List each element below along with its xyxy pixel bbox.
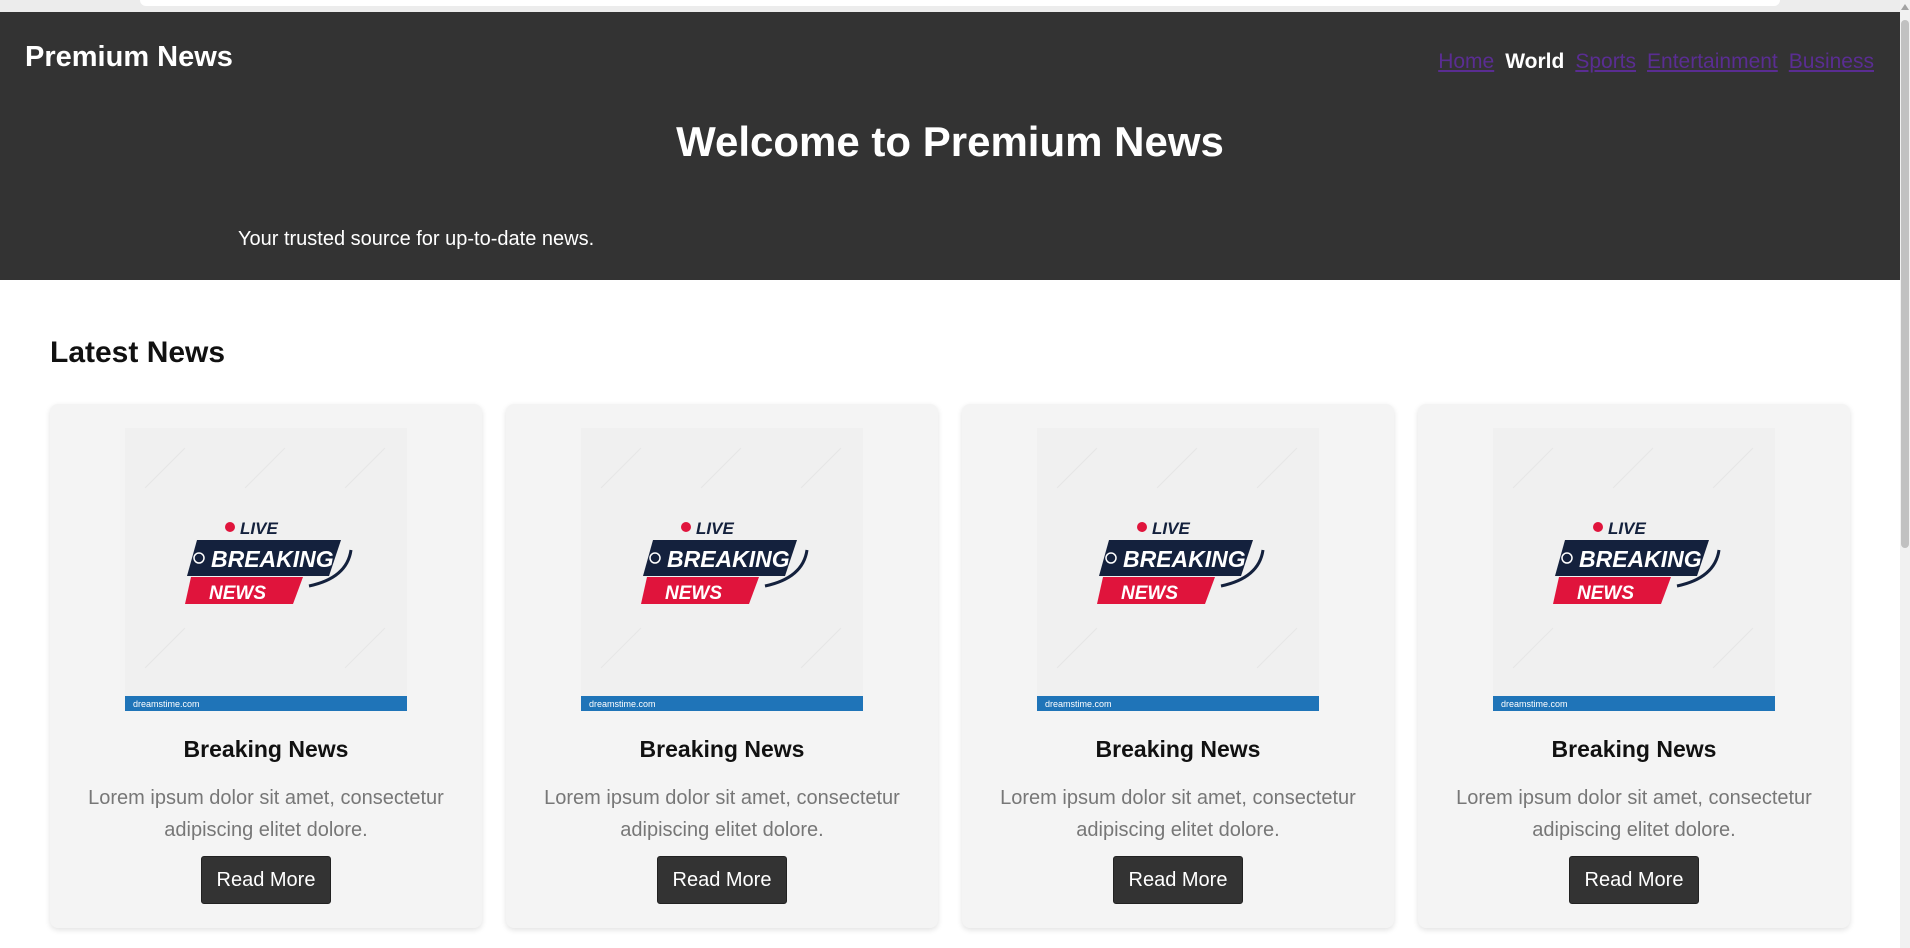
news-card-grid: LIVE BREAKING NEWS dreamstime.com Breaking N… xyxy=(50,404,1850,928)
news-text: NEWS xyxy=(1121,583,1178,604)
nav-link-world[interactable]: World xyxy=(1505,50,1564,74)
news-card-excerpt: Lorem ipsum dolor sit amet, consectetur … xyxy=(1000,787,1356,841)
news-card: LIVE BREAKING NEWS dreamstime.com Breaking N… xyxy=(1418,404,1850,928)
news-text: NEWS xyxy=(209,583,266,604)
breaking-text: BREAKING xyxy=(1579,546,1702,572)
live-text: LIVE xyxy=(1152,519,1190,538)
live-text: LIVE xyxy=(696,519,734,538)
news-card: LIVE BREAKING NEWS dreamstime.com Breaking N… xyxy=(50,404,482,928)
news-card-title: Breaking News xyxy=(183,736,349,762)
read-more-button[interactable]: Read More xyxy=(1569,856,1699,904)
nav-link-business[interactable]: Business xyxy=(1789,50,1874,74)
scrollbar-thumb[interactable] xyxy=(1901,20,1909,548)
read-more-button[interactable]: Read More xyxy=(201,856,331,904)
image-footer-text: dreamstime.com xyxy=(589,699,656,709)
breaking-text: BREAKING xyxy=(667,546,790,572)
live-text: LIVE xyxy=(1608,519,1646,538)
nav-link-sports[interactable]: Sports xyxy=(1575,50,1636,74)
page-scrollbar[interactable] xyxy=(1900,0,1910,948)
live-text: LIVE xyxy=(240,519,278,538)
browser-top-strip xyxy=(0,0,1900,12)
breaking-news-image: LIVE BREAKING NEWS dreamstime.com xyxy=(1493,428,1775,711)
news-card: LIVE BREAKING NEWS dreamstime.com Breaking N… xyxy=(506,404,938,928)
breaking-text: BREAKING xyxy=(1123,546,1246,572)
news-card-excerpt: Lorem ipsum dolor sit amet, consectetur … xyxy=(544,787,900,841)
news-card: LIVE BREAKING NEWS dreamstime.com Breaking N… xyxy=(962,404,1394,928)
image-footer-text: dreamstime.com xyxy=(1501,699,1568,709)
news-card-excerpt: Lorem ipsum dolor sit amet, consectetur … xyxy=(1456,787,1812,841)
news-card-excerpt: Lorem ipsum dolor sit amet, consectetur … xyxy=(88,787,444,841)
site-logo[interactable]: Premium News xyxy=(25,41,233,74)
hero-title: Welcome to Premium News xyxy=(676,118,1224,165)
news-text: NEWS xyxy=(1577,583,1634,604)
read-more-button[interactable]: Read More xyxy=(1113,856,1243,904)
site-header: Premium News Home World Sports Entertain… xyxy=(0,12,1900,280)
read-more-button[interactable]: Read More xyxy=(657,856,787,904)
scroll-up-arrow-icon[interactable] xyxy=(1901,4,1909,10)
image-footer-text: dreamstime.com xyxy=(133,699,200,709)
breaking-news-image: LIVE BREAKING NEWS dreamstime.com xyxy=(125,428,407,711)
main-nav: Home World Sports Entertainment Business xyxy=(1438,50,1874,74)
news-card-title: Breaking News xyxy=(639,736,805,762)
news-card-title: Breaking News xyxy=(1095,736,1261,762)
news-card-title: Breaking News xyxy=(1551,736,1717,762)
nav-link-entertainment[interactable]: Entertainment xyxy=(1647,50,1778,74)
browser-top-strip-inner xyxy=(140,0,1780,6)
nav-link-home[interactable]: Home xyxy=(1438,50,1494,74)
news-text: NEWS xyxy=(665,583,722,604)
image-footer-text: dreamstime.com xyxy=(1045,699,1112,709)
breaking-text: BREAKING xyxy=(211,546,334,572)
breaking-news-image: LIVE BREAKING NEWS dreamstime.com xyxy=(1037,428,1319,711)
latest-news-heading: Latest News xyxy=(50,336,226,369)
breaking-news-image: LIVE BREAKING NEWS dreamstime.com xyxy=(581,428,863,711)
hero-subtitle: Your trusted source for up-to-date news. xyxy=(238,228,595,250)
